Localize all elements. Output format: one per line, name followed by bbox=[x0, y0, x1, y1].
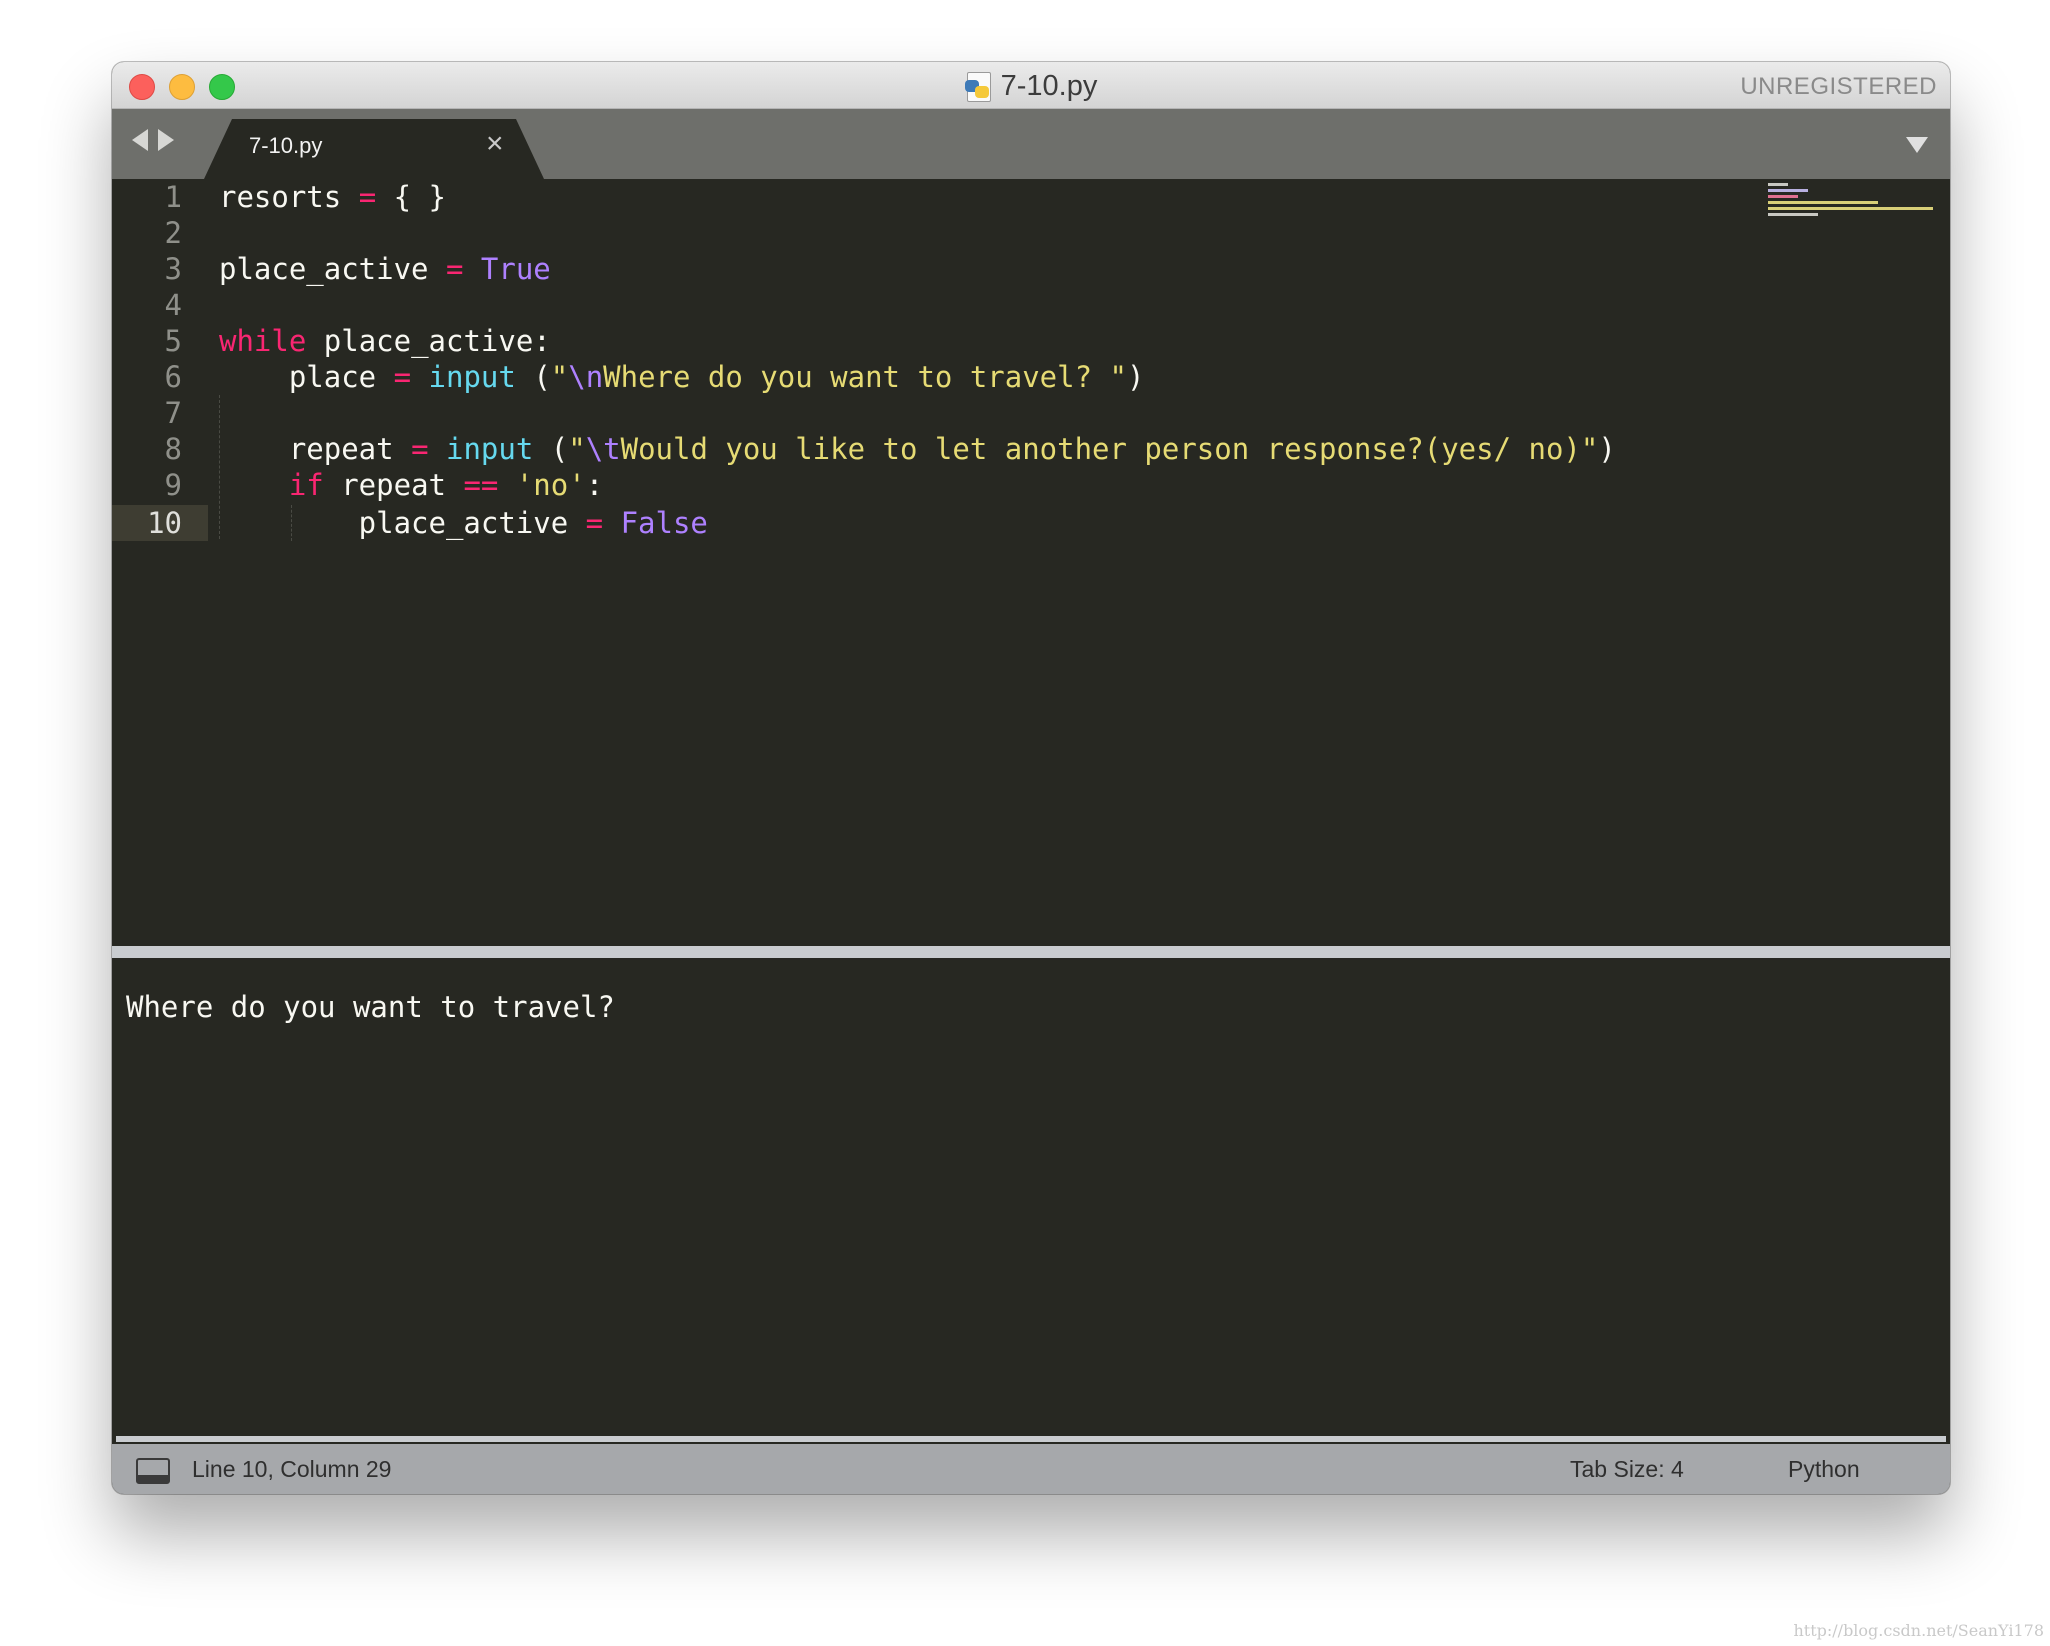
window-title: 7-10.py bbox=[1000, 70, 1098, 102]
line-number: 7 bbox=[164, 396, 182, 430]
tab-bar: 7-10.py × bbox=[112, 109, 1950, 179]
tab-7-10-py[interactable]: 7-10.py × bbox=[204, 119, 544, 179]
line-number: 9 bbox=[164, 468, 182, 502]
syntax-selector[interactable]: Python bbox=[1788, 1456, 1860, 1483]
line-number: 2 bbox=[164, 216, 182, 250]
editor-window: 7-10.py UNREGISTERED 7-10.py × 1 2 3 4 5… bbox=[112, 62, 1950, 1494]
output-panel-divider[interactable] bbox=[112, 946, 1950, 958]
tab-menu-icon[interactable] bbox=[1906, 137, 1928, 153]
code-line: place_active = False bbox=[219, 506, 708, 540]
code-line: while place_active: bbox=[219, 324, 551, 358]
unregistered-label: UNREGISTERED bbox=[1740, 73, 1937, 100]
line-number-current: 10 bbox=[147, 506, 182, 540]
tab-label: 7-10.py bbox=[249, 133, 323, 158]
code-line: place_active = True bbox=[219, 252, 551, 286]
code-line: if repeat == 'no': bbox=[288, 468, 604, 502]
line-number: 6 bbox=[164, 360, 182, 394]
watermark: http://blog.csdn.net/SeanYi178 bbox=[1793, 1621, 2044, 1640]
build-output-panel[interactable]: Where do you want to travel? bbox=[116, 958, 1946, 1442]
line-number-gutter: 1 2 3 4 5 6 7 8 9 10 bbox=[112, 179, 208, 946]
tab-size-selector[interactable]: Tab Size: 4 bbox=[1570, 1456, 1684, 1483]
tab-close-icon[interactable]: × bbox=[486, 129, 504, 159]
output-text: Where do you want to travel? bbox=[126, 990, 615, 1024]
python-file-icon bbox=[964, 71, 993, 102]
cursor-position: Line 10, Column 29 bbox=[192, 1456, 392, 1482]
status-bar: Line 10, Column 29 Tab Size: 4 Python bbox=[112, 1444, 1950, 1494]
line-number: 5 bbox=[164, 324, 182, 358]
code-line: place = input ("\nWhere do you want to t… bbox=[219, 360, 1145, 394]
back-arrow-icon[interactable] bbox=[132, 129, 148, 151]
forward-arrow-icon[interactable] bbox=[158, 129, 174, 151]
line-number: 1 bbox=[164, 180, 182, 214]
minimap[interactable] bbox=[1768, 183, 1938, 227]
line-number: 3 bbox=[164, 252, 182, 286]
line-number: 4 bbox=[164, 288, 182, 322]
panel-toggle-icon[interactable] bbox=[136, 1458, 170, 1484]
title-bar: 7-10.py UNREGISTERED bbox=[112, 62, 1950, 109]
code-editor[interactable]: 1 2 3 4 5 6 7 8 9 10 resorts = { } place… bbox=[112, 179, 1950, 946]
code-line: resorts = { } bbox=[219, 180, 446, 214]
code-line: repeat = input ("\tWould you like to let… bbox=[219, 432, 1616, 466]
line-number: 8 bbox=[164, 432, 182, 466]
